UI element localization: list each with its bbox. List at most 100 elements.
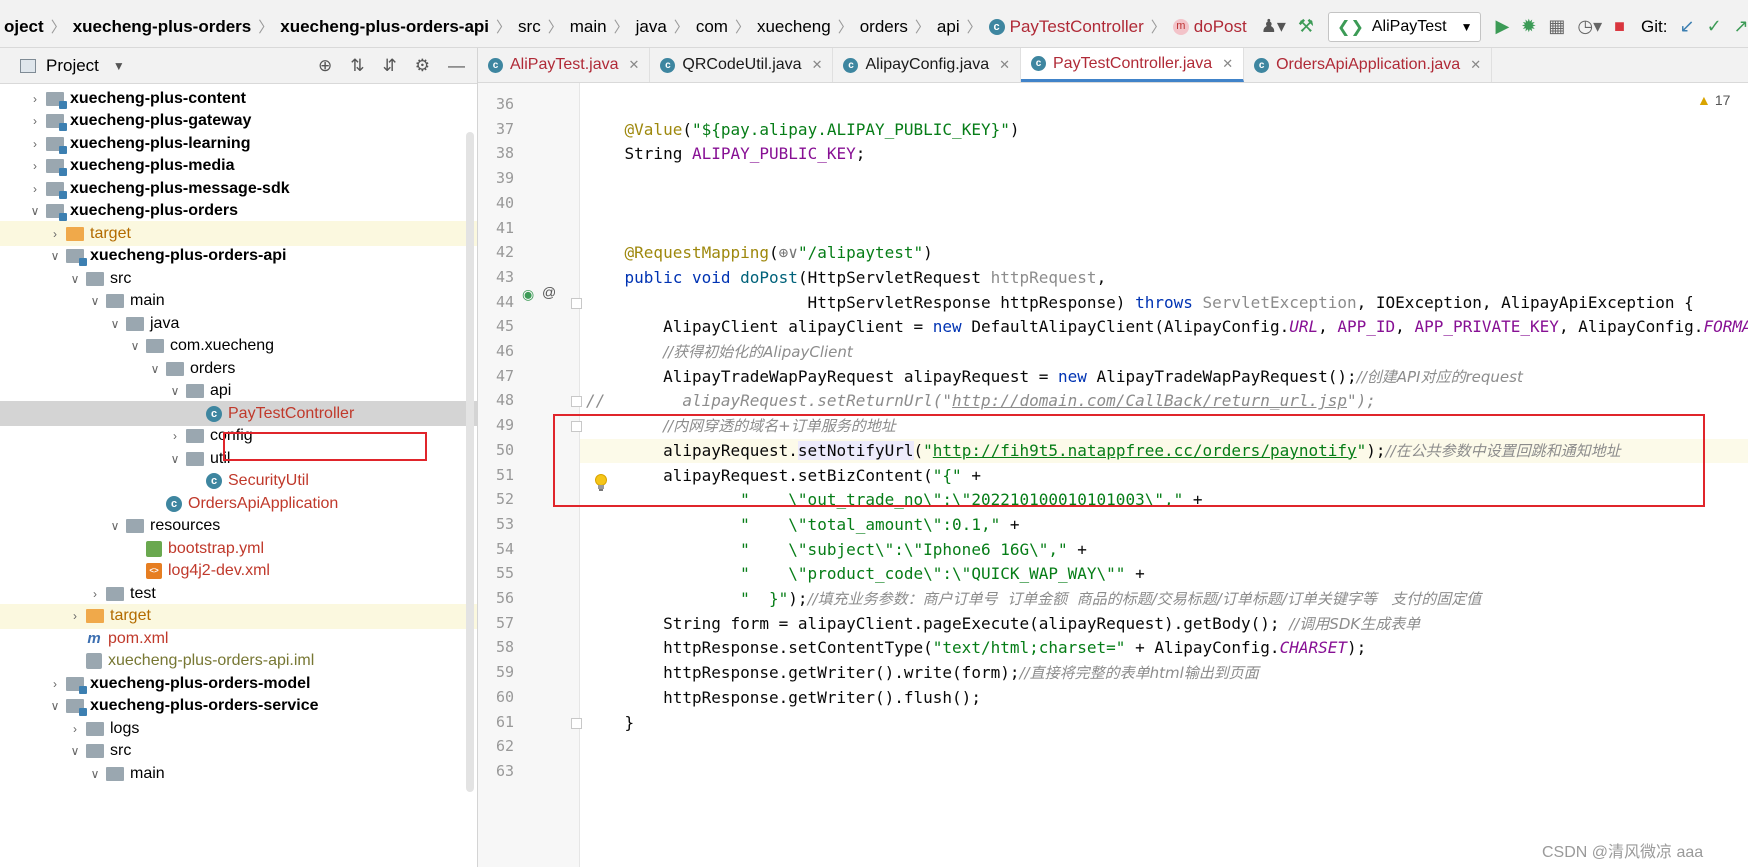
code-line[interactable]: AlipayTradeWapPayRequest alipayRequest =…	[580, 365, 1523, 390]
tree-item[interactable]: ∨ com.xuecheng	[0, 334, 477, 359]
chevron-down-icon[interactable]: ∨	[46, 699, 64, 713]
breadcrumb-item[interactable]: xuecheng-plus-orders	[69, 17, 256, 37]
code-line[interactable]	[580, 167, 586, 192]
tree-item[interactable]: ∨ xuecheng-plus-orders-service	[0, 694, 477, 719]
coverage-icon[interactable]: ▦	[1548, 16, 1565, 37]
minimize-icon[interactable]: —	[448, 56, 465, 76]
editor-tab[interactable]: c AlipayConfig.java ✕	[833, 48, 1021, 82]
tree-item[interactable]: ∨ xuecheng-plus-orders-api	[0, 244, 477, 269]
close-icon[interactable]: ✕	[1470, 57, 1481, 73]
tree-item[interactable]: xuecheng-plus-orders-api.iml	[0, 649, 477, 674]
code-line[interactable]	[580, 760, 586, 785]
code-line[interactable]	[580, 217, 586, 242]
code-line[interactable]: " }");//填充业务参数：商户订单号 订单金额 商品的标题/交易标题/订单标…	[580, 587, 1481, 612]
chevron-right-icon[interactable]: ›	[66, 722, 84, 736]
code-line[interactable]: AlipayClient alipayClient = new DefaultA…	[580, 315, 1748, 340]
tree-item[interactable]: › xuecheng-plus-gateway	[0, 109, 477, 134]
code-line[interactable]: // alipayRequest.setReturnUrl("http://do…	[580, 389, 1376, 414]
editor-tab[interactable]: c AliPayTest.java ✕	[478, 48, 651, 82]
tree-item[interactable]: ∨ src	[0, 739, 477, 764]
tree-scrollbar[interactable]	[466, 132, 474, 792]
git-push-icon[interactable]: ↗	[1734, 16, 1748, 37]
chevron-down-icon[interactable]: ∨	[106, 519, 124, 533]
fold-marker[interactable]	[571, 396, 582, 408]
breadcrumb-item[interactable]: orders	[856, 17, 912, 37]
breadcrumb-item[interactable]: com	[692, 17, 732, 37]
tree-item[interactable]: › xuecheng-plus-content	[0, 86, 477, 111]
chevron-right-icon[interactable]: ›	[26, 114, 44, 128]
tree-item[interactable]: <> log4j2-dev.xml	[0, 559, 477, 584]
chevron-down-icon[interactable]: ▼	[113, 59, 125, 73]
code-line[interactable]: " \"subject\":\"Iphone6 16G\"," +	[580, 538, 1087, 563]
chevron-down-icon[interactable]: ∨	[126, 339, 144, 353]
code-line[interactable]: httpResponse.getWriter().write(form);//直…	[580, 661, 1259, 686]
user-icon[interactable]: ♟▾	[1261, 16, 1286, 37]
tree-item[interactable]: › xuecheng-plus-message-sdk	[0, 176, 477, 201]
profile-icon[interactable]: ◷▾	[1577, 16, 1602, 37]
build-hammer-icon[interactable]: ⚒	[1298, 16, 1314, 37]
tree-item[interactable]: c PayTestController	[0, 401, 477, 426]
code-line[interactable]: " \"product_code\":\"QUICK_WAP_WAY\"" +	[580, 562, 1145, 587]
stop-icon[interactable]: ■	[1614, 16, 1625, 37]
locate-icon[interactable]: ⊕	[318, 56, 332, 76]
tree-item[interactable]: ∨ xuecheng-plus-orders	[0, 199, 477, 224]
git-update-icon[interactable]: ↙	[1679, 16, 1694, 37]
chevron-down-icon[interactable]: ∨	[106, 317, 124, 331]
code-line[interactable]	[580, 735, 586, 760]
code-line[interactable]: //获得初始化的AlipayClient	[580, 340, 853, 365]
code-line[interactable]: " \"total_amount\":0.1," +	[580, 513, 1019, 538]
close-icon[interactable]: ✕	[812, 57, 823, 73]
close-icon[interactable]: ✕	[999, 57, 1010, 73]
debug-icon[interactable]: ✹	[1521, 16, 1536, 37]
chevron-right-icon[interactable]: ›	[26, 92, 44, 106]
tree-item[interactable]: m pom.xml	[0, 626, 477, 651]
tree-item[interactable]: ∨ orders	[0, 356, 477, 381]
breadcrumb-item[interactable]: xuecheng-plus-orders-api	[276, 17, 493, 37]
tree-item[interactable]: ∨ api	[0, 379, 477, 404]
tree-item[interactable]: › test	[0, 581, 477, 606]
gear-icon[interactable]: ⚙	[415, 56, 430, 76]
breadcrumb-item[interactable]: main	[566, 17, 611, 37]
tree-item[interactable]: › xuecheng-plus-media	[0, 154, 477, 179]
editor-tab[interactable]: c QRCodeUtil.java ✕	[650, 48, 834, 82]
fold-marker[interactable]	[571, 297, 582, 309]
code-line[interactable]	[580, 192, 586, 217]
breadcrumb-item[interactable]: src	[514, 17, 545, 37]
tree-item[interactable]: c SecurityUtil	[0, 469, 477, 494]
chevron-down-icon[interactable]: ∨	[26, 204, 44, 218]
editor-tab[interactable]: c OrdersApiApplication.java ✕	[1244, 48, 1493, 82]
code-line[interactable]: String form = alipayClient.pageExecute(a…	[580, 612, 1420, 637]
git-commit-icon[interactable]: ✓	[1707, 16, 1722, 37]
project-title[interactable]: Project	[46, 56, 99, 76]
code-line[interactable]: String ALIPAY_PUBLIC_KEY;	[580, 142, 866, 167]
breadcrumb-item[interactable]: xuecheng	[753, 17, 835, 37]
code-line[interactable]: HttpServletResponse httpResponse) throws…	[580, 291, 1694, 316]
warnings-indicator[interactable]: ▲ 17	[1697, 92, 1730, 108]
code-line[interactable]	[580, 93, 586, 118]
chevron-down-icon[interactable]: ∨	[66, 272, 84, 286]
expand-all-icon[interactable]: ⇅	[350, 56, 364, 76]
tree-item[interactable]: › xuecheng-plus-orders-model	[0, 671, 477, 696]
chevron-down-icon[interactable]: ∨	[86, 294, 104, 308]
chevron-down-icon[interactable]: ∨	[46, 249, 64, 263]
breadcrumb-item[interactable]: c PayTestController	[985, 17, 1148, 37]
chevron-right-icon[interactable]: ›	[26, 159, 44, 173]
breadcrumb-item[interactable]: oject	[0, 17, 48, 37]
chevron-right-icon[interactable]: ›	[46, 227, 64, 241]
close-icon[interactable]: ✕	[1222, 56, 1233, 72]
breadcrumb-item[interactable]: m doPost	[1169, 17, 1251, 37]
chevron-right-icon[interactable]: ›	[26, 137, 44, 151]
chevron-right-icon[interactable]: ›	[86, 587, 104, 601]
tree-item[interactable]: ∨ main	[0, 761, 477, 786]
tree-item[interactable]: › target	[0, 221, 477, 246]
tree-item[interactable]: ∨ main	[0, 289, 477, 314]
chevron-right-icon[interactable]: ›	[46, 677, 64, 691]
code-line[interactable]: @Value("${pay.alipay.ALIPAY_PUBLIC_KEY}"…	[580, 118, 1020, 143]
code-line[interactable]: @RequestMapping(⊕∨"/alipaytest")	[580, 241, 933, 266]
chevron-down-icon[interactable]: ∨	[66, 744, 84, 758]
tree-item[interactable]: › logs	[0, 716, 477, 741]
chevron-down-icon[interactable]: ∨	[166, 452, 184, 466]
run-icon[interactable]: ▶	[1495, 16, 1509, 37]
spring-endpoint-icon[interactable]: ◉	[522, 286, 534, 303]
tree-item[interactable]: ∨ src	[0, 266, 477, 291]
